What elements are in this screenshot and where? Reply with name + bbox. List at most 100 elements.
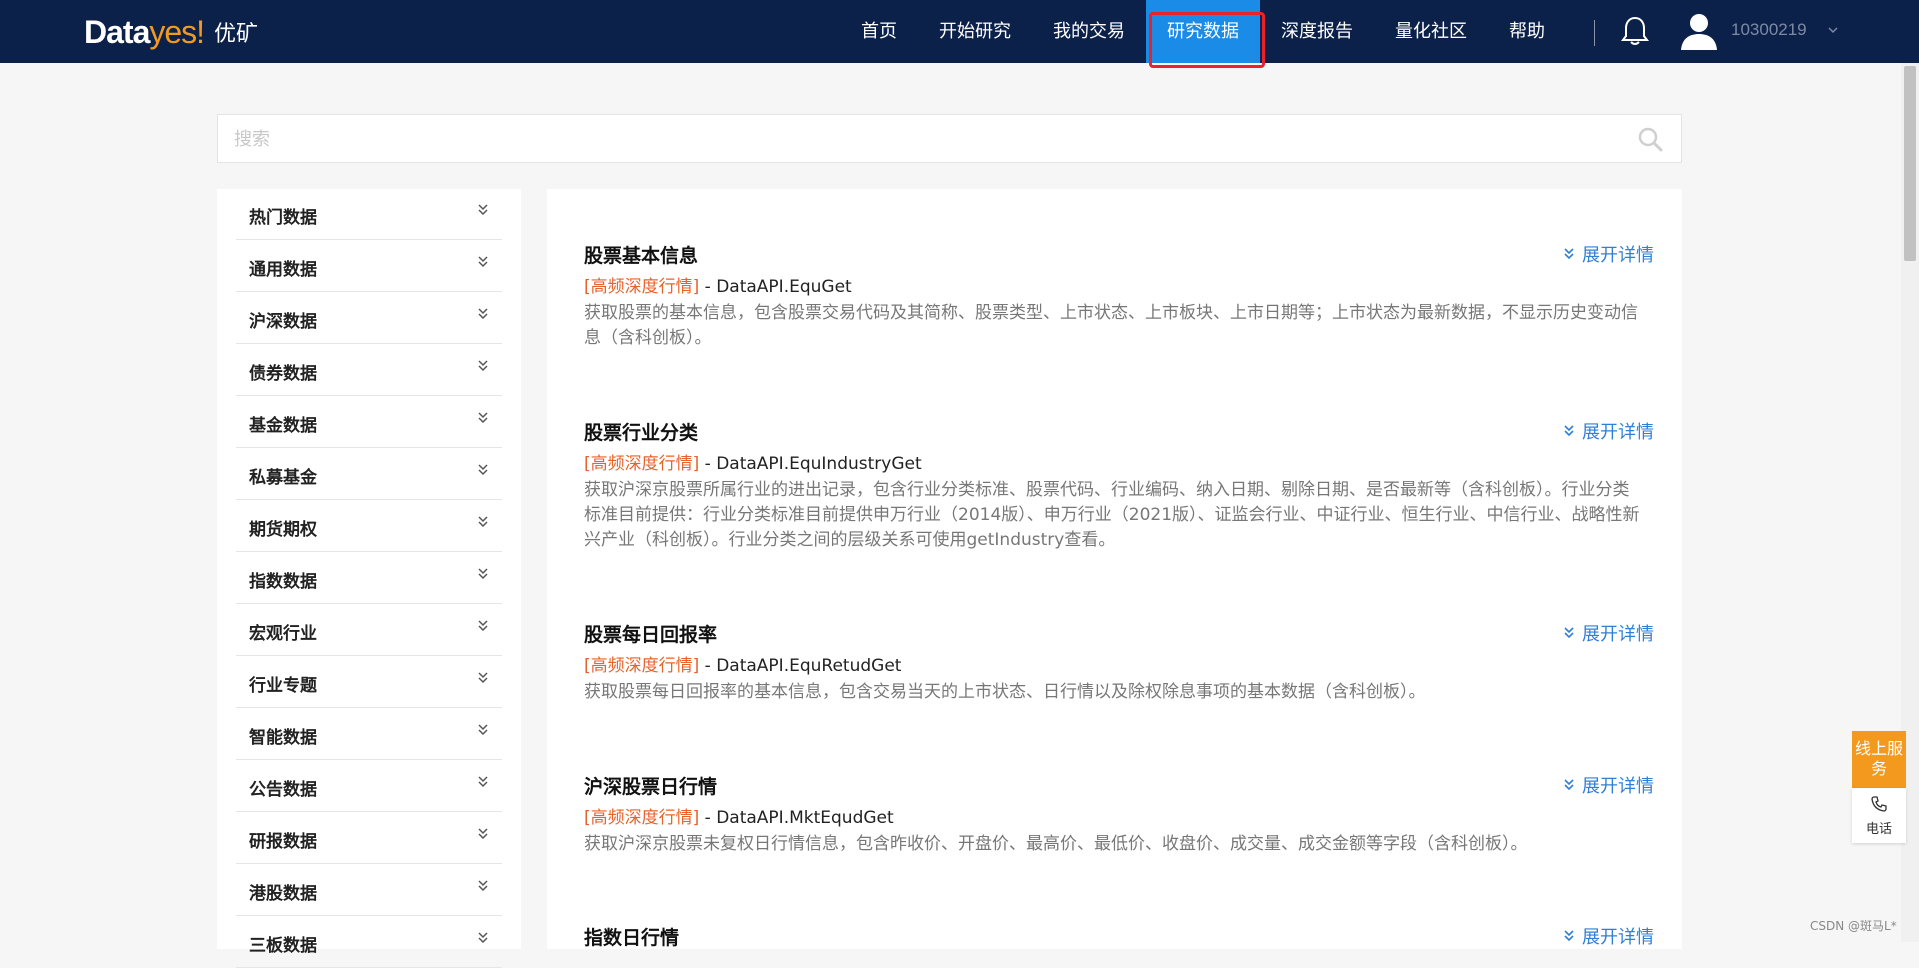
dataset-api: [高频深度行情] - DataAPI.EquRetudGet <box>584 651 901 676</box>
double-chevron-down-icon[interactable] <box>476 566 490 580</box>
double-chevron-down-icon[interactable] <box>476 670 490 684</box>
dataset-api: [高频深度行情] - DataAPI.MktEqudGet <box>584 803 894 828</box>
sidebar-item-label: 通用数据 <box>249 260 317 280</box>
expand-details-label: 展开详情 <box>1582 422 1654 443</box>
sidebar-item[interactable]: 基金数据 <box>236 397 502 448</box>
double-chevron-down-icon[interactable] <box>476 254 490 268</box>
phone-icon <box>1871 796 1887 812</box>
dataset-tag[interactable]: [高频深度行情] <box>584 808 699 828</box>
dataset-title[interactable]: 股票每日回报率 <box>584 620 717 647</box>
search-input[interactable] <box>232 115 1616 163</box>
double-chevron-down-icon <box>1564 627 1574 639</box>
double-chevron-down-icon <box>1564 779 1574 791</box>
logo-brand-yes: yes! <box>149 13 205 50</box>
dataset-description: 获取股票的基本信息，包含股票交易代码及其简称、股票类型、上市状态、上市板块、上市… <box>584 303 1638 348</box>
chevron-down-icon[interactable] <box>1827 24 1839 36</box>
dataset-api-name: - DataAPI.MktEqudGet <box>699 808 894 828</box>
username[interactable]: 10300219 <box>1731 20 1807 40</box>
dataset-api-name: - DataAPI.EquIndustryGet <box>699 454 922 474</box>
sidebar-item-label: 债券数据 <box>249 364 317 384</box>
watermark: CSDN @斑马L* <box>1810 919 1897 933</box>
double-chevron-down-icon[interactable] <box>476 618 490 632</box>
expand-details-link[interactable]: 展开详情 <box>1562 418 1654 444</box>
nav-my-trading[interactable]: 我的交易 <box>1032 0 1146 63</box>
double-chevron-down-icon[interactable] <box>476 410 490 424</box>
nav-divider <box>1594 20 1595 46</box>
double-chevron-down-icon[interactable] <box>476 774 490 788</box>
nav-start-research[interactable]: 开始研究 <box>918 0 1032 63</box>
double-chevron-down-icon[interactable] <box>476 306 490 320</box>
expand-details-label: 展开详情 <box>1582 927 1654 948</box>
user-avatar-icon[interactable] <box>1678 10 1720 52</box>
sidebar-item-label: 指数数据 <box>249 572 317 592</box>
dataset-description: 获取股票每日回报率的基本信息，包含交易当天的上市状态、日行情以及除权除息事项的基… <box>584 682 1426 702</box>
logo[interactable]: Datayes! 优矿 <box>84 12 258 52</box>
double-chevron-down-icon[interactable] <box>476 462 490 476</box>
nav-quant-community[interactable]: 量化社区 <box>1374 0 1488 63</box>
dataset-list: 股票基本信息 展开详情 [高频深度行情] - DataAPI.EquGet 获取股票的… <box>547 189 1682 949</box>
top-navbar: Datayes! 优矿 首页 开始研究 我的交易 研究数据 深度报告 量化社区 … <box>0 0 1919 68</box>
sidebar-item-label: 期货期权 <box>249 520 317 540</box>
sidebar-item[interactable]: 三板数据 <box>236 917 502 968</box>
nav-home[interactable]: 首页 <box>840 0 918 63</box>
logo-cn: 优矿 <box>214 22 259 47</box>
sidebar-item[interactable]: 沪深数据 <box>236 293 502 344</box>
sidebar-item[interactable]: 债券数据 <box>236 345 502 396</box>
dataset-tag[interactable]: [高频深度行情] <box>584 277 699 297</box>
nav-help[interactable]: 帮助 <box>1488 0 1566 63</box>
sidebar-item[interactable]: 期货期权 <box>236 501 502 552</box>
bell-icon[interactable] <box>1618 14 1652 48</box>
sidebar-item[interactable]: 智能数据 <box>236 709 502 760</box>
sidebar-item[interactable]: 热门数据 <box>236 189 502 240</box>
category-sidebar: 热门数据通用数据沪深数据债券数据基金数据私募基金期货期权指数数据宏观行业行业专题… <box>217 189 521 968</box>
double-chevron-down-icon[interactable] <box>476 358 490 372</box>
expand-details-link[interactable]: 展开详情 <box>1562 923 1654 949</box>
expand-details-link[interactable]: 展开详情 <box>1562 620 1654 646</box>
expand-details-link[interactable]: 展开详情 <box>1562 241 1654 267</box>
dataset-tag[interactable]: [高频深度行情] <box>584 656 699 676</box>
dataset-tag[interactable]: [高频深度行情] <box>584 454 699 474</box>
dataset-api: [高频深度行情] - DataAPI.EquIndustryGet <box>584 449 922 474</box>
dataset-title[interactable]: 股票行业分类 <box>584 418 698 445</box>
phone-service-button[interactable]: 电话 <box>1852 788 1906 843</box>
sidebar-item[interactable]: 行业专题 <box>236 657 502 708</box>
search-icon[interactable] <box>1637 126 1663 152</box>
service-widget: 线上服务 电话 <box>1852 731 1906 843</box>
expand-details-label: 展开详情 <box>1582 624 1654 645</box>
sidebar-item[interactable]: 通用数据 <box>236 241 502 292</box>
sidebar-item[interactable]: 宏观行业 <box>236 605 502 656</box>
nav-research-data[interactable]: 研究数据 <box>1146 0 1265 68</box>
logo-brand: Datayes! <box>84 13 205 51</box>
online-service-button[interactable]: 线上服务 <box>1852 731 1906 788</box>
expand-details-label: 展开详情 <box>1582 776 1654 797</box>
main-nav: 首页 开始研究 我的交易 研究数据 深度报告 量化社区 帮助 <box>840 0 1566 68</box>
dataset-title[interactable]: 沪深股票日行情 <box>584 772 717 799</box>
scrollbar-thumb[interactable] <box>1904 66 1916 261</box>
sidebar-item-label: 沪深数据 <box>249 312 317 332</box>
double-chevron-down-icon <box>1564 248 1574 260</box>
double-chevron-down-icon[interactable] <box>476 514 490 528</box>
sidebar-item-label: 宏观行业 <box>249 624 317 644</box>
double-chevron-down-icon[interactable] <box>476 202 490 216</box>
nav-deep-report[interactable]: 深度报告 <box>1260 0 1374 63</box>
sidebar-item[interactable]: 公告数据 <box>236 761 502 812</box>
sidebar-item-label: 基金数据 <box>249 416 317 436</box>
double-chevron-down-icon[interactable] <box>476 722 490 736</box>
dataset-description: 获取沪深京股票所属行业的进出记录，包含行业分类标准、股票代码、行业编码、纳入日期… <box>584 480 1640 550</box>
sidebar-item-label: 港股数据 <box>249 884 317 904</box>
dataset-api-name: - DataAPI.EquRetudGet <box>699 656 902 676</box>
sidebar-item-label: 行业专题 <box>249 676 317 696</box>
sidebar-item-label: 研报数据 <box>249 832 317 852</box>
dataset-title[interactable]: 股票基本信息 <box>584 241 698 268</box>
sidebar-item-label: 热门数据 <box>249 208 317 228</box>
dataset-title[interactable]: 指数日行情 <box>584 923 679 950</box>
sidebar-item[interactable]: 私募基金 <box>236 449 502 500</box>
sidebar-item-label: 公告数据 <box>249 780 317 800</box>
sidebar-item[interactable]: 研报数据 <box>236 813 502 864</box>
sidebar-item-label: 三板数据 <box>249 936 317 956</box>
double-chevron-down-icon[interactable] <box>476 826 490 840</box>
sidebar-item[interactable]: 指数数据 <box>236 553 502 604</box>
expand-details-link[interactable]: 展开详情 <box>1562 772 1654 798</box>
sidebar-item[interactable]: 港股数据 <box>236 865 502 916</box>
double-chevron-down-icon[interactable] <box>476 878 490 892</box>
